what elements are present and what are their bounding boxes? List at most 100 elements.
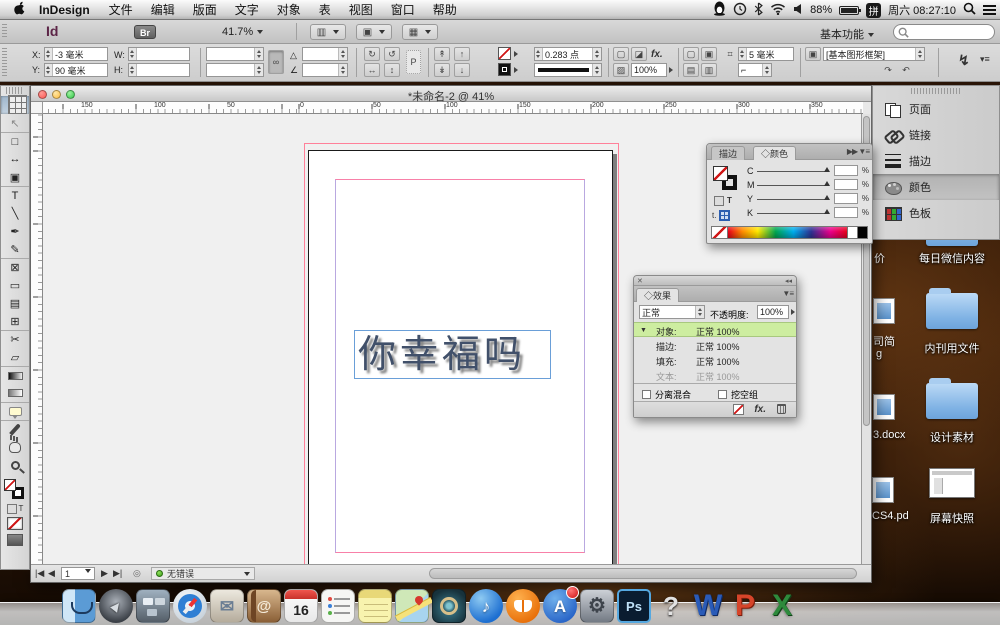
pen-tool[interactable]: ✒ [1,222,29,240]
panel-dock-item[interactable]: 链接 [873,122,999,148]
stroke-weight-field[interactable]: 0.283 点 [534,47,602,61]
black-swatch[interactable] [857,227,867,238]
effects-opacity-dropdown[interactable] [791,309,795,315]
isolate-blending-checkbox[interactable]: 分离混合 [642,388,691,401]
channel-slider-track[interactable] [757,171,828,172]
desktop-document-icon[interactable] [873,298,895,324]
type-tool[interactable]: T [1,186,29,204]
page-list-dropdown[interactable] [85,569,91,573]
desktop-file-label[interactable]: g [876,348,882,360]
channel-value-field[interactable] [834,193,858,204]
panel-dock-item[interactable]: 颜色 [873,174,999,200]
fill-color-swatch[interactable] [498,63,511,76]
flip-vertical-button[interactable]: ↕ [384,63,400,77]
collapse-panel-icon[interactable]: ◂◂ [785,277,792,285]
effects-target-row[interactable]: 填充: 正常 100% [634,353,796,368]
rotation-angle-field[interactable] [302,47,348,61]
rectangle-tool[interactable]: ▭ [1,276,29,294]
dock-maps[interactable] [395,589,429,623]
checkbox-box[interactable] [642,390,651,399]
channel-slider-thumb[interactable] [824,195,830,200]
height-field[interactable] [128,63,190,77]
zoom-tool[interactable] [1,456,29,474]
preflight-dropdown[interactable] [244,572,250,576]
dock-app-store[interactable]: A [543,589,577,623]
view-options-button[interactable]: ▥ [310,24,346,40]
time-machine-icon[interactable] [733,2,747,19]
panel-dock-item[interactable]: 页面 [873,96,999,122]
dock-photoshop[interactable]: Ps [617,589,651,623]
panel-tab[interactable]: 描边 [711,146,745,160]
bluetooth-icon[interactable] [754,2,763,19]
quick-apply-icon[interactable]: ↯ [958,52,970,69]
channel-slider-thumb[interactable] [824,167,830,172]
effects-panel-titlebar[interactable]: ✕ ◂◂ [634,276,796,286]
first-page-button[interactable]: |◀ [35,568,44,579]
gradient-tool[interactable] [1,366,29,384]
page-number-field[interactable]: 1 [61,567,95,580]
effects-target-row[interactable]: 文本: 正常 100% [634,368,796,383]
note-tool[interactable] [1,402,29,420]
free-transform-tool[interactable]: ▱ [1,348,29,366]
corner-radius-field[interactable]: 5 毫米 [738,47,794,61]
text-frame[interactable]: 你幸福吗 [354,330,551,379]
ruler-origin-box[interactable] [31,102,43,114]
menu-item[interactable]: 表 [310,1,340,18]
formatting-affects-container-button[interactable] [7,504,17,514]
fill-stroke-proxy[interactable] [1,477,29,503]
channel-slider-track[interactable] [757,185,828,186]
select-content-button[interactable]: ↡ [434,63,450,77]
scissors-tool[interactable]: ✂ [1,330,29,348]
constrain-proportions-link[interactable]: ∞ [268,50,284,74]
dock-ibooks[interactable] [506,589,540,623]
channel-value-field[interactable] [834,207,858,218]
dock-iphoto[interactable] [432,589,466,623]
select-next-object-button[interactable]: ↓ [454,63,470,77]
dock-mail[interactable]: ✉ [210,589,244,623]
reference-point-proxy[interactable] [8,95,27,114]
arrange-documents-button[interactable]: ▦ [402,24,438,40]
channel-value-field[interactable] [834,179,858,190]
dock-word[interactable]: W [691,589,725,623]
channel-slider-thumb[interactable] [824,181,830,186]
break-link-style-button[interactable]: ↶ [898,63,914,77]
shear-angle-field[interactable] [302,63,348,77]
bridge-button[interactable]: Br [134,25,156,39]
screen-mode-menu-button[interactable]: ▣ [356,24,392,40]
wifi-icon[interactable] [770,3,786,18]
direct-selection-tool[interactable]: ↖ [1,114,29,132]
effects-opacity-field[interactable]: 100% [757,305,789,319]
horizontal-scrollbar-thumb[interactable] [429,568,857,579]
window-titlebar[interactable]: *未命名-2 @ 41% [31,86,871,102]
add-effect-button[interactable]: fx. [754,404,766,415]
select-container-button[interactable]: ↟ [434,47,450,61]
checkbox-box[interactable] [718,390,727,399]
zoom-level-dropdown[interactable]: 41.7% [222,26,263,38]
previous-page-button[interactable]: ◀ [48,568,55,579]
appbar-grip[interactable] [2,24,7,39]
wrap-jump-button[interactable]: ▥ [701,63,717,77]
flip-horizontal-button[interactable]: ↔ [364,63,380,77]
channel-slider-track[interactable] [757,199,828,200]
menu-item[interactable]: 窗口 [382,1,424,18]
channel-value-field[interactable] [834,165,858,176]
gap-tool[interactable]: ↔ [1,150,29,168]
scale-y-field[interactable] [206,63,264,77]
color-spectrum-ramp[interactable] [711,226,868,239]
panel-dock-item[interactable]: 色板 [873,200,999,226]
width-field[interactable] [128,47,190,61]
frame-text[interactable]: 你幸福吗 [358,332,526,378]
stroke-style-dropdown[interactable] [534,63,602,77]
dock-reminders[interactable] [321,589,355,623]
expand-triangle-icon[interactable]: ▼ [640,327,647,334]
search-field[interactable] [893,24,995,40]
control-panel-menu[interactable]: ▾≡ [980,54,990,65]
notification-center-icon[interactable] [983,5,996,15]
dock-excel[interactable]: X [765,589,799,623]
rotate-ccw-button[interactable]: ↺ [384,47,400,61]
desktop-icon-image[interactable] [929,468,975,498]
scale-x-field[interactable] [206,47,264,61]
select-previous-object-button[interactable]: ↑ [454,47,470,61]
menu-item[interactable]: 视图 [340,1,382,18]
horizontal-ruler[interactable]: 15010050050100150200250300350 [43,102,863,114]
